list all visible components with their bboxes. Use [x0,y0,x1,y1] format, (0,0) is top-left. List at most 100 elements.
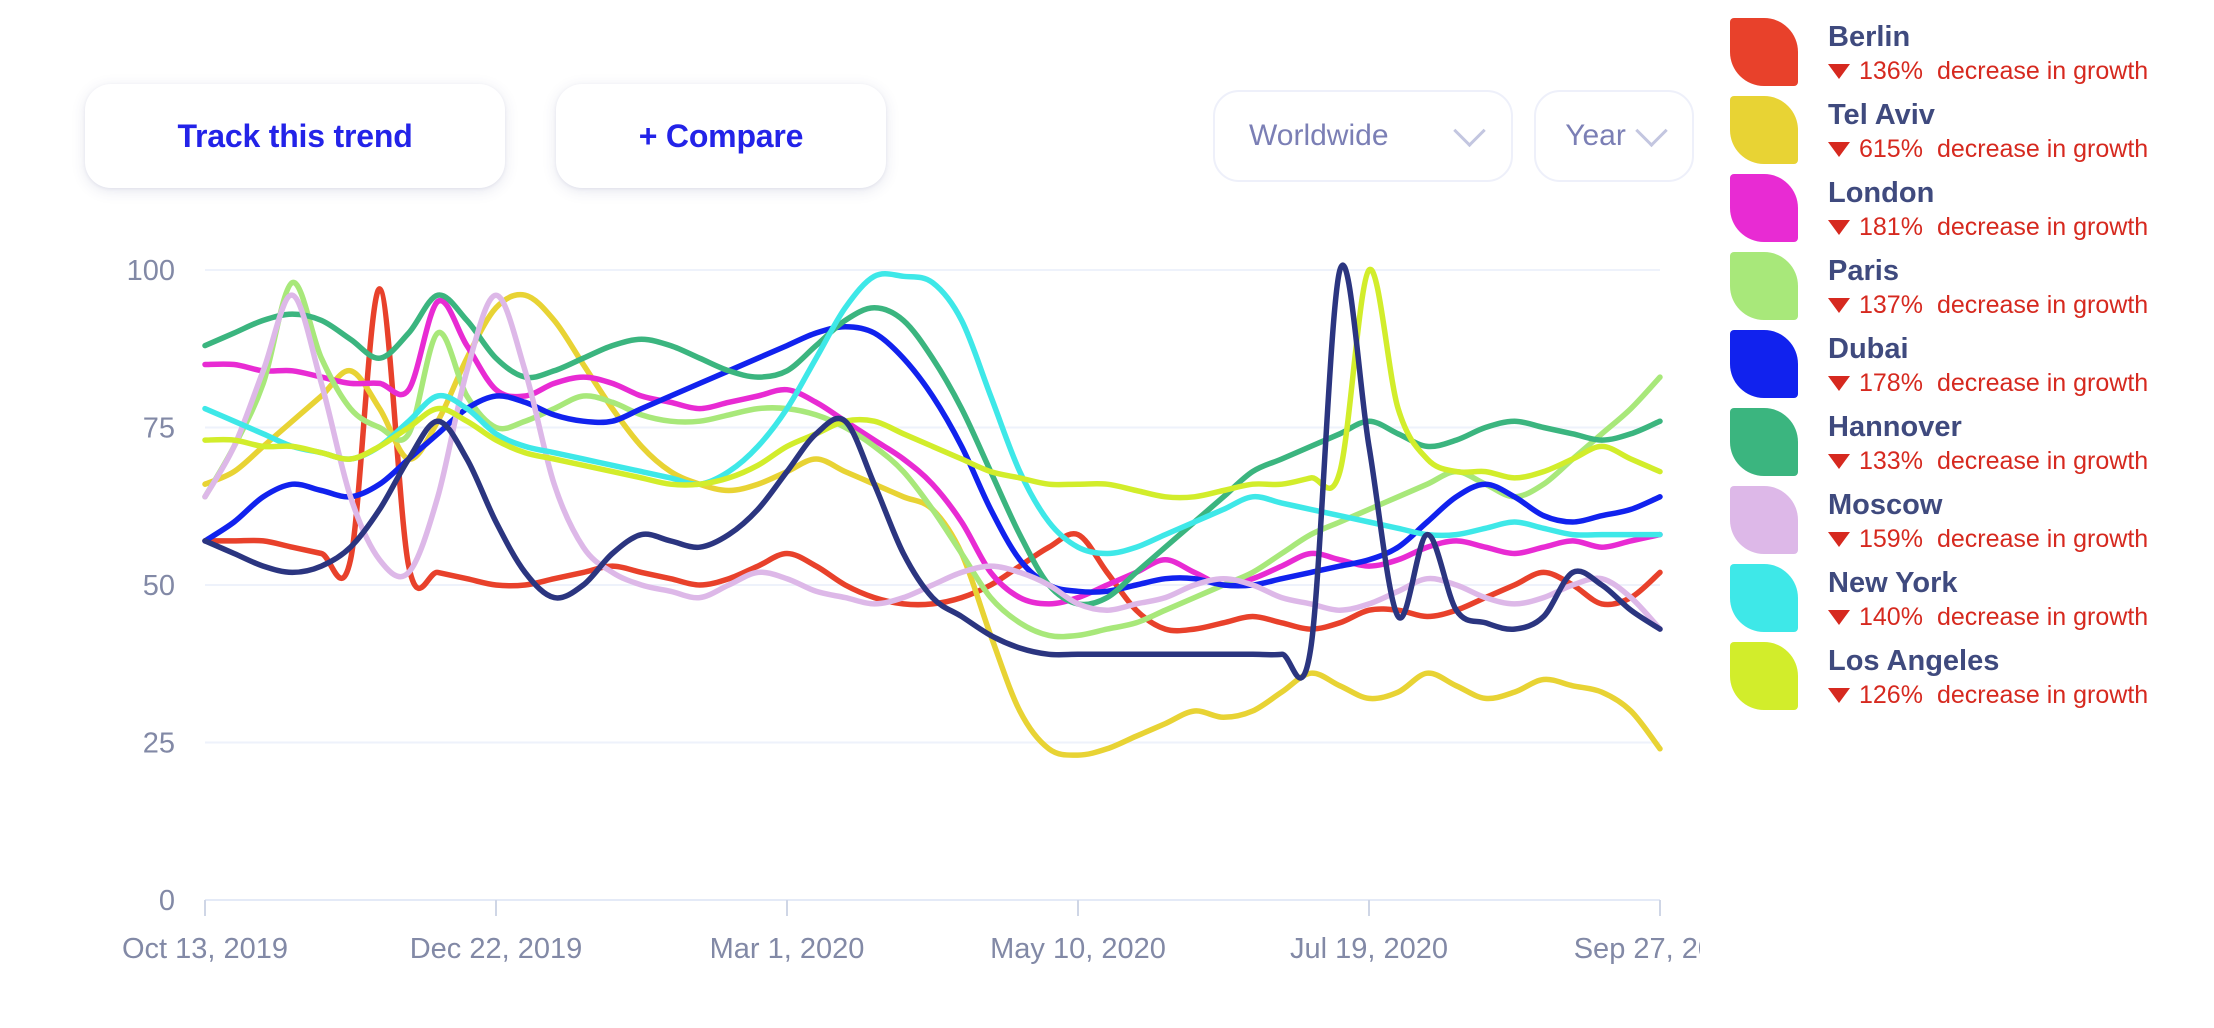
triangle-down-icon [1828,610,1850,625]
legend-item-dubai[interactable]: Dubai 178% decrease in growth [1730,330,2214,408]
legend-color-swatch [1730,642,1798,710]
region-dropdown-value: Worldwide [1249,119,1389,152]
triangle-down-icon [1828,376,1850,391]
x-axis-tick-label: Oct 13, 2019 [122,933,288,965]
triangle-down-icon [1828,688,1850,703]
legend-color-swatch [1730,18,1798,86]
legend-item-los-angeles[interactable]: Los Angeles 126% decrease in growth [1730,642,2214,720]
legend-item-new-york[interactable]: New York 140% decrease in growth [1730,564,2214,642]
legend-city-name: Dubai [1828,333,1909,365]
legend-change-text: decrease in growth [1936,603,2149,631]
x-axis-tick-label: Sep 27, 2020 [1574,933,1700,965]
legend-percent: 140% [1859,603,1923,631]
chart-toolbar: Track this trend + Compare Worldwide Yea… [0,0,1700,190]
chevron-down-icon [1453,114,1486,147]
triangle-down-icon [1828,64,1850,79]
legend-percent: 159% [1859,525,1923,553]
triangle-down-icon [1828,298,1850,313]
legend-item-berlin[interactable]: Berlin 136% decrease in growth [1730,18,2214,96]
legend-color-swatch [1730,330,1798,398]
chevron-down-icon [1635,114,1668,147]
y-axis-tick-label: 100 [127,255,175,287]
triangle-down-icon [1828,142,1850,157]
legend-text-block: Berlin 136% decrease in growth [1828,18,2148,86]
legend-percent: 137% [1859,291,1923,319]
track-trend-button[interactable]: Track this trend [85,84,505,188]
legend-city-name: London [1828,177,1935,209]
x-axis-tick-label: May 10, 2020 [990,933,1166,965]
legend-change-row: 133% decrease in growth [1828,447,2148,476]
chart-x-axis-labels: Oct 13, 2019 Dec 22, 2019 Mar 1, 2020 May 1… [122,933,1700,965]
legend-color-swatch [1730,564,1798,632]
triangle-down-icon [1828,532,1850,547]
legend-change-row: 178% decrease in growth [1828,369,2148,398]
legend-change-text: decrease in growth [1936,291,2149,319]
legend-item-hannover[interactable]: Hannover 133% decrease in growth [1730,408,2214,486]
legend-text-block: Dubai 178% decrease in growth [1828,330,2148,398]
triangle-down-icon [1828,220,1850,235]
legend-change-text: decrease in growth [1936,369,2149,397]
legend-change-text: decrease in growth [1936,57,2149,85]
legend-city-name: Hannover [1828,411,1962,443]
track-trend-label: Track this trend [177,117,413,154]
chart-plot-area: 0 25 50 75 100 Oct 13, 2019 Dec 22, 2019 Mar 1… [122,255,1700,965]
chart-legend: Berlin 136% decrease in growth Tel Aviv 615%… [1730,18,2214,720]
series-line-tel-aviv [202,291,1663,758]
x-axis-tick-label: Dec 22, 2019 [410,933,583,965]
legend-color-swatch [1730,252,1798,320]
legend-text-block: New York 140% decrease in growth [1828,564,2148,632]
legend-text-block: Moscow 159% decrease in growth [1828,486,2148,554]
legend-percent: 181% [1859,213,1923,241]
trend-line-chart: 0 25 50 75 100 Oct 13, 2019 Dec 22, 2019 Mar 1… [0,240,1700,1028]
compare-button[interactable]: + Compare [556,84,886,188]
legend-change-row: 140% decrease in growth [1828,603,2148,632]
legend-city-name: New York [1828,567,1958,599]
legend-percent: 615% [1859,135,1923,163]
legend-percent: 136% [1859,57,1923,85]
legend-color-swatch [1730,408,1798,476]
legend-percent: 178% [1859,369,1923,397]
legend-item-london[interactable]: London 181% decrease in growth [1730,174,2214,252]
legend-change-text: decrease in growth [1936,213,2149,241]
chart-series-lines [202,262,1663,758]
range-dropdown-value: Year [1565,119,1626,152]
legend-text-block: London 181% decrease in growth [1828,174,2148,242]
legend-color-swatch [1730,486,1798,554]
legend-text-block: Paris 137% decrease in growth [1828,252,2148,320]
y-axis-tick-label: 50 [143,570,175,602]
chart-tickmarks [204,900,1661,916]
chart-y-axis-labels: 0 25 50 75 100 [127,255,175,917]
legend-percent: 126% [1859,681,1923,709]
legend-change-text: decrease in growth [1936,525,2149,553]
legend-change-row: 126% decrease in growth [1828,681,2148,710]
region-dropdown[interactable]: Worldwide [1213,90,1513,182]
legend-text-block: Los Angeles 126% decrease in growth [1828,642,2148,710]
legend-change-text: decrease in growth [1936,447,2149,475]
legend-text-block: Tel Aviv 615% decrease in growth [1828,96,2148,164]
x-axis-tick-label: Jul 19, 2020 [1290,933,1448,965]
legend-item-tel-aviv[interactable]: Tel Aviv 615% decrease in growth [1730,96,2214,174]
y-axis-tick-label: 25 [143,728,175,760]
legend-city-name: Paris [1828,255,1899,287]
legend-change-row: 136% decrease in growth [1828,57,2148,86]
legend-color-swatch [1730,174,1798,242]
y-axis-tick-label: 0 [159,885,175,917]
legend-percent: 133% [1859,447,1923,475]
legend-city-name: Los Angeles [1828,645,2000,677]
legend-city-name: Berlin [1828,21,1911,53]
legend-item-moscow[interactable]: Moscow 159% decrease in growth [1730,486,2214,564]
legend-change-row: 615% decrease in growth [1828,135,2148,164]
legend-change-text: decrease in growth [1936,681,2149,709]
range-dropdown[interactable]: Year [1534,90,1694,182]
legend-city-name: Tel Aviv [1828,99,1935,131]
legend-city-name: Moscow [1828,489,1943,521]
triangle-down-icon [1828,454,1850,469]
x-axis-tick-label: Mar 1, 2020 [710,933,865,965]
legend-item-paris[interactable]: Paris 137% decrease in growth [1730,252,2214,330]
series-line-dubai [202,323,1663,595]
y-axis-tick-label: 75 [143,413,175,445]
legend-color-swatch [1730,96,1798,164]
legend-change-text: decrease in growth [1936,135,2149,163]
compare-label: + Compare [638,117,804,154]
legend-text-block: Hannover 133% decrease in growth [1828,408,2148,476]
